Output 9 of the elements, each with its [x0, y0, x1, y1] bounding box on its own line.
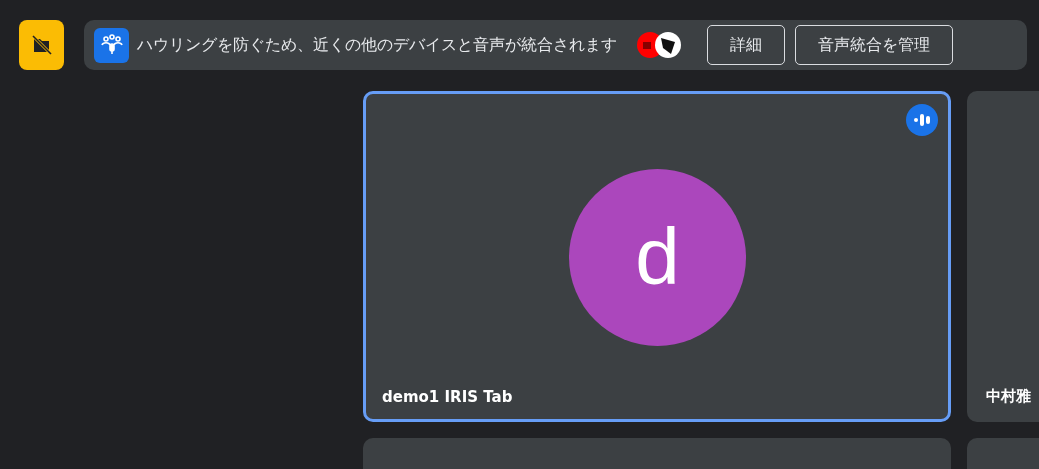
banner-button[interactable]: 詳細 [707, 25, 785, 65]
people-mic-icon [94, 27, 129, 63]
banner-button[interactable]: 音声統合を管理 [795, 25, 953, 65]
camera-off-icon [29, 33, 54, 57]
participant-name: 中村雅 [986, 387, 1031, 406]
camera-off-button[interactable] [19, 20, 64, 70]
participant-name: demo1 IRIS Tab [382, 388, 513, 406]
participant-avatar: d [569, 168, 746, 346]
banner-message: ハウリングを防ぐため、近くの他のデバイスと音声が統合されます [137, 34, 617, 56]
